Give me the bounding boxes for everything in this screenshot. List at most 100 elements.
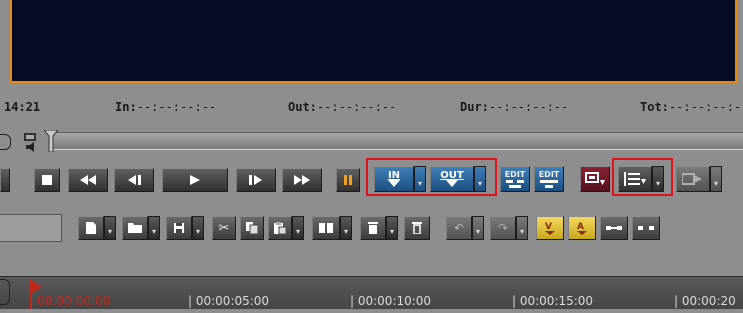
video-track-icon: V <box>545 222 555 235</box>
tot-value: --:--:--:-- <box>668 100 743 114</box>
clipboard-icon <box>319 223 333 233</box>
open-file-button[interactable] <box>122 216 148 240</box>
play-button[interactable] <box>162 168 228 192</box>
paste-icon <box>274 222 286 234</box>
tot-timecode: Tot:--:--:--:-- <box>640 100 743 114</box>
in-timecode: In:--:--:--:-- <box>115 100 216 114</box>
delete-dropdown[interactable]: ▾ <box>386 216 398 240</box>
timeline-marker-0: 00:00:00:00 <box>37 294 111 308</box>
monitor-output-button[interactable] <box>580 166 610 192</box>
export-icon <box>682 173 702 185</box>
video-track-button[interactable]: V <box>536 216 564 240</box>
new-file-icon <box>86 222 96 234</box>
step-forward-button[interactable] <box>236 168 276 192</box>
scissors-icon: ✂ <box>218 220 230 236</box>
edit-insert-button[interactable]: EDIT <box>500 166 530 192</box>
folder-icon <box>128 223 142 233</box>
edit-overwrite-button[interactable]: EDIT <box>534 166 564 192</box>
svg-text:V: V <box>545 222 552 232</box>
audio-track-icon: A <box>577 222 587 235</box>
list-options-dropdown[interactable]: ▾ <box>652 166 664 192</box>
svg-text:A: A <box>577 222 584 232</box>
playhead-handle[interactable] <box>42 129 60 153</box>
save-button[interactable] <box>166 216 192 240</box>
redo-dropdown[interactable]: ▾ <box>516 216 528 240</box>
timeline-marker-15s: | 00:00:15:00 <box>512 294 594 308</box>
out-value: --:--:--:-- <box>316 100 397 114</box>
dur-timecode: Dur:--:--:--:-- <box>460 100 568 114</box>
ripple-delete-button[interactable] <box>404 216 430 240</box>
split-tracks-button[interactable] <box>632 216 660 240</box>
export-dropdown[interactable]: ▾ <box>710 166 722 192</box>
out-timecode: Out:--:--:--:-- <box>288 100 396 114</box>
in-label: In: <box>115 100 137 114</box>
edit-toolbar: ▾ ▾ ▾ ✂ ▾ ▾ ▾ ↶ ▾ ↷ ▾ V A <box>0 212 743 246</box>
clipboard-dropdown[interactable]: ▾ <box>340 216 352 240</box>
in-value: --:--:--:-- <box>136 100 217 114</box>
new-file-dropdown[interactable]: ▾ <box>104 216 116 240</box>
open-file-dropdown[interactable]: ▾ <box>148 216 160 240</box>
copy-button[interactable] <box>240 216 264 240</box>
stop-button[interactable] <box>34 168 60 192</box>
pause-icon <box>344 175 352 185</box>
list-icon <box>624 172 646 186</box>
out-label: Out: <box>288 100 317 114</box>
list-options-button[interactable] <box>618 166 652 192</box>
down-arrow-icon <box>388 180 400 187</box>
redo-button[interactable]: ↷ <box>490 216 516 240</box>
edit-overwrite-label: EDIT <box>538 169 560 179</box>
mark-in-button[interactable]: IN <box>374 166 414 192</box>
timeline-marker-20s: | 00:00:20 <box>674 294 736 308</box>
step-back-button[interactable] <box>114 168 154 192</box>
edit-insert-label: EDIT <box>504 169 526 179</box>
transport-controls: IN ▾ OUT ▾ EDIT EDIT ▾ ▾ <box>0 158 743 198</box>
down-arrow-icon <box>445 180 458 187</box>
mark-in-dropdown[interactable]: ▾ <box>414 166 426 192</box>
toolbar-text-field[interactable] <box>0 214 62 242</box>
save-dropdown[interactable]: ▾ <box>192 216 204 240</box>
paste-dropdown[interactable]: ▾ <box>292 216 304 240</box>
audio-track-button[interactable]: A <box>568 216 596 240</box>
timecode-bar: 14:21 In:--:--:--:-- Out:--:--:--:-- Dur… <box>0 92 743 122</box>
step-forward-icon <box>249 175 262 185</box>
edit-insert-icon <box>505 179 524 188</box>
split-tracks-icon <box>638 226 654 230</box>
timeline-marker-5s: | 00:00:05:00 <box>188 294 270 308</box>
edit-overwrite-icon <box>539 179 558 188</box>
mark-out-label: OUT <box>440 170 464 181</box>
panel-edge-icon <box>0 134 11 150</box>
copy-icon <box>246 222 258 234</box>
pause-button[interactable] <box>336 168 360 192</box>
clipboard-button[interactable] <box>312 216 340 240</box>
play-icon <box>190 175 200 185</box>
step-back-icon <box>128 175 141 185</box>
rewind-button[interactable] <box>68 168 108 192</box>
new-file-button[interactable] <box>78 216 104 240</box>
redo-icon: ↷ <box>497 221 509 235</box>
mark-out-button[interactable]: OUT <box>430 166 474 192</box>
dur-label: Dur: <box>460 100 489 114</box>
fast-forward-icon <box>294 175 310 185</box>
rewind-icon <box>80 175 96 185</box>
timeline-marker-10s: | 00:00:10:00 <box>350 294 432 308</box>
save-icon <box>174 223 184 233</box>
undo-button[interactable]: ↶ <box>446 216 472 240</box>
timeline-edge-icon <box>0 279 10 305</box>
monitor-icon <box>585 172 605 185</box>
fast-forward-button[interactable] <box>282 168 322 192</box>
mark-out-dropdown[interactable]: ▾ <box>474 166 486 192</box>
timeline-ruler[interactable]: 00:00:00:00 | 00:00:05:00 | 00:00:10:00 … <box>0 276 743 309</box>
link-tracks-icon <box>606 226 622 230</box>
position-track[interactable] <box>52 132 743 150</box>
tot-label: Tot: <box>640 100 669 114</box>
delete-button[interactable] <box>360 216 386 240</box>
current-time: 14:21 <box>4 100 41 114</box>
link-tracks-button[interactable] <box>600 216 628 240</box>
undo-dropdown[interactable]: ▾ <box>472 216 484 240</box>
paste-button[interactable] <box>268 216 292 240</box>
cut-button[interactable]: ✂ <box>212 216 236 240</box>
speaker-icon[interactable] <box>24 133 38 153</box>
transport-edge-button[interactable] <box>0 168 10 192</box>
trash-icon <box>368 222 378 234</box>
export-button[interactable] <box>676 166 710 192</box>
